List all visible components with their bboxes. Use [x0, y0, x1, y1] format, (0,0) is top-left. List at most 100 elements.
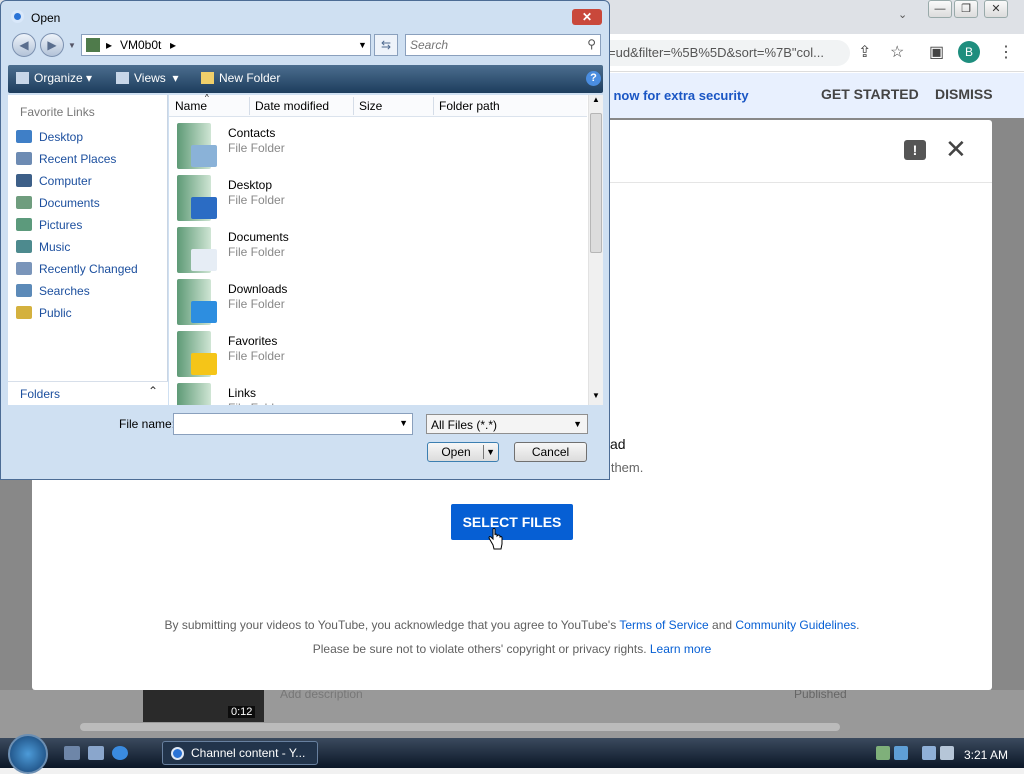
file-name-combobox[interactable]: ▼ — [173, 413, 413, 435]
folder-emblem — [191, 249, 217, 271]
nav-item[interactable]: Public — [14, 303, 164, 323]
refresh-button[interactable]: ⇆ — [374, 34, 398, 56]
nav-item-icon — [16, 218, 32, 231]
cancel-button[interactable]: Cancel — [514, 442, 587, 462]
nav-item[interactable]: Recently Changed — [14, 259, 164, 279]
vertical-scrollbar[interactable]: ▲ ▼ — [588, 95, 603, 405]
file-row[interactable]: Desktop File Folder — [175, 171, 585, 223]
show-desktop-icon[interactable] — [64, 746, 80, 760]
help-icon[interactable]: ? — [586, 71, 601, 86]
file-name: Documents — [228, 230, 289, 244]
address-dropdown-icon[interactable]: ▼ — [358, 40, 367, 50]
tab-search-icon[interactable]: ⌄ — [898, 8, 907, 21]
breadcrumb-arrow-icon[interactable]: ▸ — [170, 38, 176, 52]
open-button-label: Open — [441, 445, 471, 459]
folder-emblem — [191, 353, 217, 375]
nav-item[interactable]: Recent Places — [14, 149, 164, 169]
omnibox[interactable]: =ud&filter=%5B%5D&sort=%7B"col... — [590, 40, 850, 66]
forward-button[interactable]: ▶ — [40, 33, 64, 57]
file-type-value: All Files (*.*) — [431, 418, 498, 432]
column-separator[interactable] — [249, 97, 250, 115]
nav-item[interactable]: Pictures — [14, 215, 164, 235]
community-guidelines-link[interactable]: Community Guidelines — [735, 618, 856, 632]
nav-item-icon — [16, 130, 32, 143]
nav-item-label: Computer — [39, 174, 92, 188]
file-row[interactable]: Documents File Folder — [175, 223, 585, 275]
open-button[interactable]: Open ▼ — [427, 442, 499, 462]
taskbar-chrome-button[interactable]: Channel content - Y... — [162, 741, 318, 765]
column-name[interactable]: Name — [175, 99, 207, 113]
terms-of-service-link[interactable]: Terms of Service — [619, 618, 708, 632]
file-name-dropdown-icon[interactable]: ▼ — [399, 418, 408, 428]
copyright-notice: Please be sure not to violate others' co… — [32, 642, 992, 656]
file-name-input[interactable] — [174, 414, 394, 434]
recent-pages-dropdown[interactable]: ▼ — [68, 41, 76, 50]
tray-app-icon[interactable] — [894, 746, 908, 760]
nav-item[interactable]: Documents — [14, 193, 164, 213]
column-folder-path[interactable]: Folder path — [439, 99, 500, 113]
chevron-up-icon[interactable]: ⌃ — [148, 384, 158, 398]
legal-text: By submitting your videos to YouTube, yo… — [164, 618, 617, 632]
new-folder-button[interactable]: New Folder — [201, 71, 280, 85]
nav-item[interactable]: Desktop — [14, 127, 164, 147]
folder-icon — [177, 175, 219, 221]
file-type-dropdown-icon[interactable]: ▼ — [573, 419, 582, 429]
nav-item-icon — [16, 284, 32, 297]
column-date-modified[interactable]: Date modified — [255, 99, 329, 113]
column-size[interactable]: Size — [359, 99, 382, 113]
minimize-button[interactable]: — — [928, 0, 952, 18]
menu-kebab-icon[interactable]: ⋮ — [998, 42, 1014, 62]
restore-button[interactable]: ❐ — [954, 0, 978, 18]
close-icon[interactable]: ✕ — [945, 136, 967, 162]
scroll-up-icon[interactable]: ▲ — [592, 95, 600, 104]
tray-app-icon[interactable] — [876, 746, 890, 760]
breadcrumb-arrow-icon[interactable]: ▸ — [106, 38, 112, 52]
profile-avatar[interactable]: B — [958, 41, 980, 63]
search-icon[interactable]: ⚲ — [587, 37, 596, 51]
open-options-dropdown-icon[interactable]: ▼ — [486, 443, 495, 461]
volume-muted-icon[interactable] — [940, 746, 954, 760]
horizontal-scrollbar[interactable] — [80, 723, 840, 731]
nav-item[interactable]: Music — [14, 237, 164, 257]
address-breadcrumb[interactable]: ▸ VM0b0t ▸ ▼ — [81, 34, 371, 56]
file-row[interactable]: Contacts File Folder — [175, 119, 585, 171]
nav-item-icon — [16, 196, 32, 209]
network-icon[interactable] — [922, 746, 936, 760]
close-window-button[interactable]: ✕ — [984, 0, 1008, 18]
select-files-button[interactable]: SELECT FILES — [451, 504, 573, 540]
scroll-thumb[interactable] — [590, 113, 602, 253]
feedback-icon[interactable]: ! — [904, 140, 926, 160]
clock[interactable]: 3:21 AM — [964, 748, 1008, 762]
search-input[interactable] — [406, 35, 576, 55]
views-menu[interactable]: Views ▾ — [116, 71, 179, 85]
get-started-button[interactable]: GET STARTED — [821, 86, 919, 102]
organize-menu[interactable]: Organize ▾ — [16, 71, 92, 85]
column-separator[interactable] — [353, 97, 354, 115]
split-divider — [483, 445, 484, 459]
system-tray: 3:21 AM — [866, 740, 1024, 766]
file-list-pane: Name ^ Date modified Size Folder path Co… — [169, 93, 603, 405]
nav-item[interactable]: Searches — [14, 281, 164, 301]
search-box[interactable]: ⚲ — [405, 34, 601, 56]
start-orb-icon[interactable] — [8, 734, 48, 774]
internet-explorer-icon[interactable] — [112, 746, 128, 760]
chrome-icon — [171, 747, 184, 760]
nav-item-icon — [16, 262, 32, 275]
bookmark-star-icon[interactable]: ☆ — [890, 42, 904, 62]
file-row[interactable]: Favorites File Folder — [175, 327, 585, 379]
switch-windows-icon[interactable] — [88, 746, 104, 760]
learn-more-link[interactable]: Learn more — [650, 642, 711, 656]
dismiss-button[interactable]: DISMISS — [935, 86, 993, 102]
file-row[interactable]: Downloads File Folder — [175, 275, 585, 327]
back-button[interactable]: ◀ — [12, 33, 36, 57]
nav-item[interactable]: Computer — [14, 171, 164, 191]
file-type-select[interactable]: All Files (*.*) ▼ — [426, 414, 588, 434]
file-row[interactable]: LinksFile Folder — [175, 379, 585, 405]
scroll-down-icon[interactable]: ▼ — [592, 391, 600, 400]
column-separator[interactable] — [433, 97, 434, 115]
dialog-close-button[interactable]: ✕ — [572, 9, 602, 25]
share-icon[interactable]: ⇪ — [858, 42, 871, 62]
breadcrumb-user[interactable]: VM0b0t — [120, 38, 161, 52]
side-panel-icon[interactable]: ▣ — [929, 42, 944, 62]
folders-toggle[interactable]: Folders ⌃ — [8, 381, 168, 405]
